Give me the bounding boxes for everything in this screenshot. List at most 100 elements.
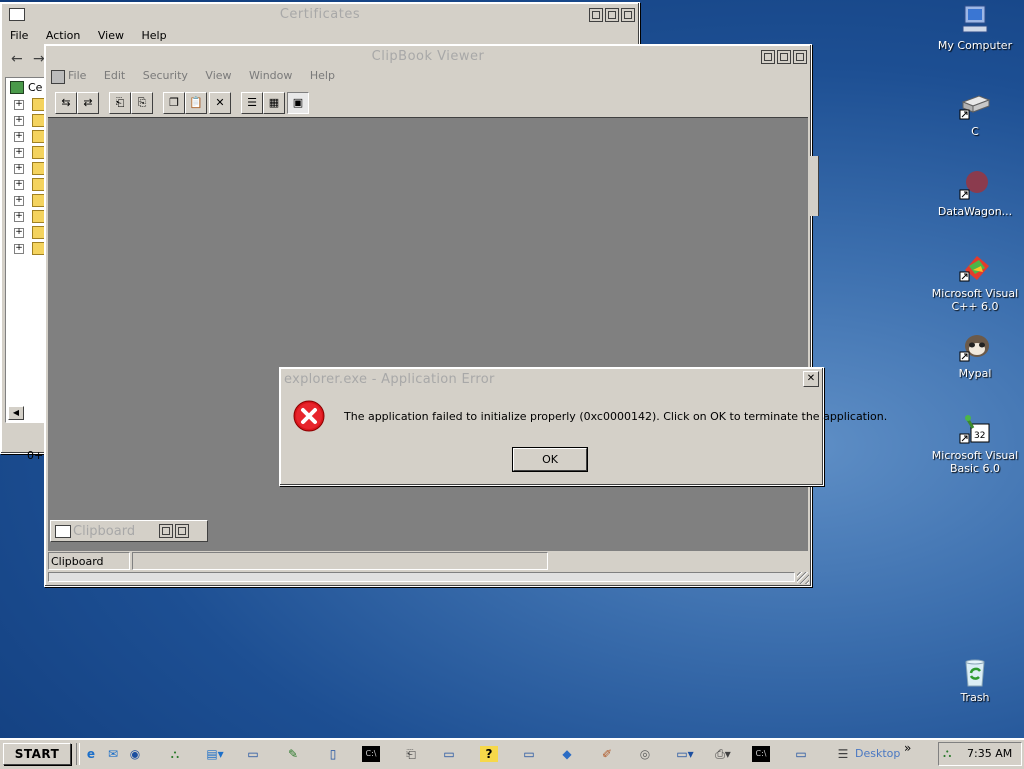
command-prompt-icon-2[interactable]: C:\ bbox=[752, 746, 770, 762]
delete-icon[interactable]: ✕ bbox=[209, 92, 231, 114]
close-button[interactable]: ✕ bbox=[803, 371, 819, 387]
maximize-button[interactable] bbox=[605, 8, 619, 22]
menu-help[interactable]: Help bbox=[303, 67, 342, 84]
outlook-icon[interactable]: ✉ bbox=[104, 746, 122, 762]
desktop-icon-trash[interactable]: Trash bbox=[930, 656, 1020, 704]
menu-file[interactable]: File bbox=[3, 27, 35, 44]
window-dropdown-icon[interactable]: ▭▾ bbox=[676, 746, 694, 762]
help-icon[interactable]: ? bbox=[480, 746, 498, 762]
toolbar-overflow-chevron[interactable]: » bbox=[904, 741, 911, 755]
menu-security[interactable]: Security bbox=[136, 67, 195, 84]
paint-icon[interactable]: ✐ bbox=[598, 746, 616, 762]
expand-icon[interactable]: + bbox=[14, 148, 24, 158]
network-icon[interactable]: ⛬ bbox=[166, 746, 184, 762]
start-button[interactable]: START bbox=[3, 743, 71, 765]
internet-explorer-icon[interactable]: e bbox=[82, 746, 100, 762]
table-of-contents-icon[interactable]: ☰ bbox=[241, 92, 263, 114]
close-button[interactable] bbox=[621, 8, 635, 22]
stop-sharing-icon[interactable]: ⎘ bbox=[131, 92, 153, 114]
desktop-icon-visual-basic[interactable]: 32 Microsoft Visual Basic 6.0 bbox=[930, 414, 1020, 475]
svg-text:32: 32 bbox=[974, 431, 985, 441]
expand-icon[interactable]: + bbox=[14, 228, 24, 238]
start-button-label: START bbox=[14, 747, 60, 761]
tree-pane[interactable]: Ce + + + + + + + + + + ◀ bbox=[5, 77, 48, 423]
windows-dropdown-icon[interactable]: ▤▾ bbox=[206, 746, 224, 762]
share-icon[interactable]: ⎗ bbox=[109, 92, 131, 114]
clipboard-minimized-window[interactable]: Clipboard bbox=[50, 520, 208, 542]
clipbook-app-icon bbox=[51, 70, 65, 84]
restore-button[interactable] bbox=[159, 524, 173, 538]
desktop-icon-label: DataWagon... bbox=[937, 205, 1013, 218]
forward-arrow-icon[interactable]: → bbox=[33, 51, 45, 67]
minimize-button[interactable] bbox=[589, 8, 603, 22]
window-icon[interactable]: ▭ bbox=[244, 746, 262, 762]
connect-icon[interactable]: ⇆ bbox=[55, 92, 77, 114]
menu-file[interactable]: File bbox=[61, 67, 93, 84]
copy-icon[interactable]: ❐ bbox=[163, 92, 185, 114]
expand-icon[interactable]: + bbox=[14, 116, 24, 126]
maximize-button[interactable] bbox=[175, 524, 189, 538]
clipbook-titlebar[interactable]: ClipBook Viewer bbox=[47, 47, 809, 65]
ok-button[interactable]: OK bbox=[513, 448, 587, 471]
mypal-icon bbox=[959, 332, 991, 364]
error-message: The application failed to initialize pro… bbox=[344, 410, 888, 423]
recycle-bin-icon bbox=[959, 656, 991, 688]
document-icon[interactable]: ▯ bbox=[324, 746, 342, 762]
network-tray-icon[interactable]: ⛬ bbox=[943, 746, 951, 761]
cube-icon[interactable]: ◆ bbox=[558, 746, 576, 762]
desktop-icon-label: Microsoft Visual C++ 6.0 bbox=[931, 287, 1019, 313]
certificates-menubar: File Action View Help bbox=[3, 27, 637, 45]
error-dialog[interactable]: explorer.exe - Application Error ✕ The a… bbox=[279, 367, 887, 486]
menu-window[interactable]: Window bbox=[242, 67, 299, 84]
desktop-icon-visual-cpp[interactable]: Microsoft Visual C++ 6.0 bbox=[930, 252, 1020, 313]
media-player-icon[interactable]: ◉ bbox=[126, 746, 144, 762]
disk-icon[interactable]: ◎ bbox=[636, 746, 654, 762]
paste-icon[interactable]: 📋 bbox=[185, 92, 207, 114]
close-button[interactable] bbox=[793, 50, 807, 64]
error-dialog-titlebar[interactable]: explorer.exe - Application Error ✕ bbox=[282, 370, 821, 388]
clipbook-task-icon[interactable]: ⎗ bbox=[402, 746, 420, 762]
desktop-icon-mypal[interactable]: Mypal bbox=[930, 332, 1020, 380]
desktop-icon-datawagon[interactable]: DataWagon... bbox=[930, 170, 1020, 218]
menu-action[interactable]: Action bbox=[39, 27, 87, 44]
thumbnails-icon[interactable]: ▦ bbox=[263, 92, 285, 114]
certificates-bottom-text: 0+ bbox=[27, 449, 44, 462]
resize-grip-icon[interactable] bbox=[797, 572, 809, 584]
maximize-button[interactable] bbox=[777, 50, 791, 64]
desktop-toolbar-label[interactable]: Desktop bbox=[855, 747, 900, 760]
command-prompt-icon[interactable]: C:\ bbox=[362, 746, 380, 762]
scroll-left-button[interactable]: ◀ bbox=[8, 406, 24, 420]
tools-icon[interactable]: ✎ bbox=[284, 746, 302, 762]
expand-icon[interactable]: + bbox=[14, 100, 24, 110]
full-page-icon[interactable]: ▣ bbox=[287, 92, 309, 114]
disconnect-icon[interactable]: ⇄ bbox=[77, 92, 99, 114]
menu-help[interactable]: Help bbox=[134, 27, 173, 44]
clipboard-window-icon bbox=[55, 525, 71, 538]
expand-icon[interactable]: + bbox=[14, 196, 24, 206]
clipboard-window-title: Clipboard bbox=[73, 524, 136, 539]
notepad-icon[interactable]: ▭ bbox=[520, 746, 538, 762]
window-icon-3[interactable]: ▭ bbox=[792, 746, 810, 762]
clipbook-menubar: File Edit Security View Window Help bbox=[47, 67, 809, 85]
printer-dropdown-icon[interactable]: ⎙▾ bbox=[714, 746, 732, 762]
expand-icon[interactable]: + bbox=[14, 180, 24, 190]
menu-view[interactable]: View bbox=[198, 67, 238, 84]
certificates-titlebar[interactable]: Certificates bbox=[3, 5, 637, 23]
desktop-icon-my-computer[interactable]: My Computer bbox=[930, 4, 1020, 52]
tree-root-label[interactable]: Ce bbox=[28, 81, 42, 94]
minimize-button[interactable] bbox=[761, 50, 775, 64]
desktop-toolbar-icon[interactable]: ☰ bbox=[834, 746, 852, 762]
back-arrow-icon[interactable]: ← bbox=[11, 51, 23, 67]
clipbook-window[interactable]: ClipBook Viewer File Edit Security View … bbox=[44, 44, 812, 587]
desktop-icon-c-drive[interactable]: C bbox=[930, 90, 1020, 138]
clipbook-toolbar: ⇆ ⇄ ⎗ ⎘ ❐ 📋 ✕ ☰ ▦ ▣ bbox=[53, 91, 813, 115]
window-icon-2[interactable]: ▭ bbox=[440, 746, 458, 762]
expand-icon[interactable]: + bbox=[14, 164, 24, 174]
menu-edit[interactable]: Edit bbox=[97, 67, 132, 84]
expand-icon[interactable]: + bbox=[14, 244, 24, 254]
expand-icon[interactable]: + bbox=[14, 212, 24, 222]
clock[interactable]: 7:35 AM bbox=[967, 747, 1012, 760]
horizontal-scrollbar[interactable] bbox=[48, 572, 795, 582]
menu-view[interactable]: View bbox=[91, 27, 131, 44]
expand-icon[interactable]: + bbox=[14, 132, 24, 142]
